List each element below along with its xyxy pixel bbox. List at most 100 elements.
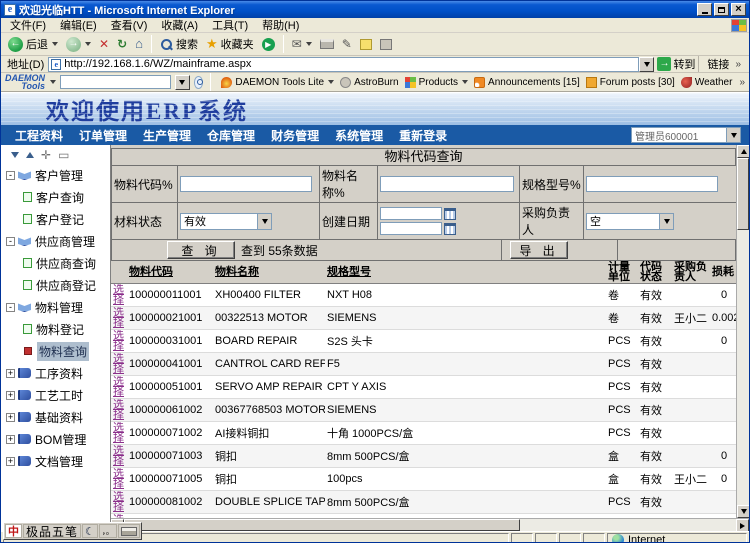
tree-toggle-icon[interactable]: - [6, 171, 15, 180]
tree-item[interactable]: 客户登记 [5, 208, 110, 230]
tree-toggle-icon[interactable]: + [6, 435, 15, 444]
forward-button[interactable]: → [63, 36, 94, 53]
tree-group[interactable]: +BOM管理 [5, 428, 110, 450]
tree-group[interactable]: +工艺工时 [5, 384, 110, 406]
address-dropdown-button[interactable] [639, 57, 654, 72]
scroll-up-button[interactable] [737, 145, 749, 158]
scroll-right-button[interactable] [736, 519, 749, 531]
tree-group[interactable]: -客户管理 [5, 164, 110, 186]
tree-item[interactable]: 供应商登记 [5, 274, 110, 296]
back-button[interactable]: ← 后退 [5, 35, 61, 53]
ime-keyboard-button[interactable] [118, 524, 140, 538]
material-status-select[interactable]: 有效 [180, 213, 272, 230]
daemon-overflow-chevron-icon[interactable]: » [739, 77, 745, 88]
select-link[interactable]: 选择 [113, 400, 125, 420]
ime-name-label[interactable]: 极品五笔 [23, 524, 81, 538]
daemon-logo-dropdown-icon[interactable] [50, 80, 56, 84]
stop-button[interactable]: ✕ [96, 36, 112, 52]
daemon-search-input[interactable] [60, 75, 171, 89]
spec-model-input[interactable] [586, 176, 718, 192]
go-button[interactable]: → 转到 [657, 56, 695, 72]
menu-item[interactable]: 编辑(E) [53, 20, 104, 32]
refresh-button[interactable]: ↻ [114, 36, 130, 52]
tree-item[interactable]: 供应商查询 [5, 252, 110, 274]
ime-language-bar[interactable]: 中 极品五笔 ☾ ，。 [3, 522, 142, 540]
horizontal-scroll-thumb[interactable] [124, 519, 520, 531]
nav-item[interactable]: 系统管理 [329, 127, 389, 144]
tree-toggle-icon[interactable]: + [6, 391, 15, 400]
user-role-select[interactable]: 管理员600001 [631, 127, 741, 143]
daemon-toolbar-item[interactable]: DAEMON Tools Lite [218, 77, 337, 88]
collapse-all-icon[interactable] [11, 152, 19, 158]
select-link[interactable]: 选择 [113, 469, 125, 489]
address-input[interactable]: e http://192.168.1.6/WZ/mainframe.aspx [48, 57, 639, 72]
select-link[interactable]: 选择 [113, 492, 125, 512]
ime-halfwidth-moon-icon[interactable]: ☾ [82, 524, 98, 538]
tree-item[interactable]: 物料查询 [5, 340, 110, 362]
tree-group[interactable]: +工序资料 [5, 362, 110, 384]
vertical-scrollbar[interactable] [736, 145, 749, 518]
menu-item[interactable]: 文件(F) [3, 20, 53, 32]
favorites-button[interactable]: ★ 收藏夹 [203, 35, 257, 53]
tree-group[interactable]: -供应商管理 [5, 230, 110, 252]
print-button[interactable] [317, 38, 337, 50]
search-button[interactable]: 搜索 [157, 35, 201, 53]
daemon-toolbar-item[interactable]: Products [402, 77, 471, 88]
column-header[interactable]: 物料名称 [213, 261, 325, 284]
mail-button[interactable]: ✉ [289, 37, 315, 52]
research-button[interactable] [377, 38, 395, 51]
date-to-input[interactable] [380, 222, 442, 235]
search-query-button[interactable]: 查 询 [167, 241, 235, 259]
add-icon[interactable]: ✛ [41, 150, 51, 160]
column-header[interactable]: 规格型号 [325, 261, 606, 284]
buyer-select[interactable]: 空 [586, 213, 674, 230]
daemon-toolbar-item[interactable]: Announcements [15] [471, 77, 583, 88]
material-code-input[interactable] [180, 176, 312, 192]
daemon-toolbar-item[interactable]: Weather [678, 77, 736, 88]
menu-item[interactable]: 帮助(H) [255, 20, 306, 32]
tree-toggle-icon[interactable]: + [6, 413, 15, 422]
nav-item[interactable]: 重新登录 [393, 127, 453, 144]
restore-button[interactable] [714, 3, 729, 16]
calendar-icon[interactable] [444, 223, 456, 235]
export-button[interactable]: 导 出 [510, 241, 568, 259]
tree-item[interactable]: 客户查询 [5, 186, 110, 208]
tree-group[interactable]: +文档管理 [5, 450, 110, 472]
nav-item[interactable]: 财务管理 [265, 127, 325, 144]
daemon-toolbar-item[interactable]: Forum posts [30] [583, 77, 678, 88]
tree-toggle-icon[interactable]: - [6, 303, 15, 312]
daemon-search-icon[interactable] [194, 76, 204, 89]
ime-chinese-button[interactable]: 中 [5, 524, 22, 538]
tree-toggle-icon[interactable]: + [6, 457, 15, 466]
expand-all-icon[interactable] [26, 152, 34, 158]
tree-group[interactable]: -物料管理 [5, 296, 110, 318]
media-button[interactable]: ▶ [259, 37, 278, 52]
select-link[interactable]: 选择 [113, 308, 125, 328]
menu-item[interactable]: 收藏(A) [154, 20, 205, 32]
select-link[interactable]: 选择 [113, 446, 125, 466]
select-link[interactable]: 选择 [113, 354, 125, 374]
material-name-input[interactable] [380, 176, 514, 192]
nav-item[interactable]: 生产管理 [137, 127, 197, 144]
tree-item[interactable]: 物料登记 [5, 318, 110, 340]
edit-button[interactable]: ✎ [339, 37, 355, 52]
home-button[interactable]: ⌂ [132, 36, 146, 52]
menu-item[interactable]: 工具(T) [205, 20, 255, 32]
close-button[interactable]: × [731, 3, 746, 16]
remove-icon[interactable]: ▭ [58, 150, 69, 160]
select-link[interactable]: 选择 [113, 377, 125, 397]
menu-item[interactable]: 查看(V) [104, 20, 155, 32]
scroll-down-button[interactable] [737, 505, 749, 518]
nav-item[interactable]: 仓库管理 [201, 127, 261, 144]
minimize-button[interactable] [697, 3, 712, 16]
daemon-search-dropdown[interactable] [175, 75, 190, 90]
select-link[interactable]: 选择 [113, 423, 125, 443]
calendar-icon[interactable] [444, 208, 456, 220]
select-link[interactable]: 选择 [113, 285, 125, 305]
tree-group[interactable]: +基础资料 [5, 406, 110, 428]
nav-item[interactable]: 订单管理 [73, 127, 133, 144]
nav-item[interactable]: 工程资料 [9, 127, 69, 144]
date-from-input[interactable] [380, 207, 442, 220]
select-link[interactable]: 选择 [113, 331, 125, 351]
vertical-scroll-thumb[interactable] [737, 158, 749, 230]
